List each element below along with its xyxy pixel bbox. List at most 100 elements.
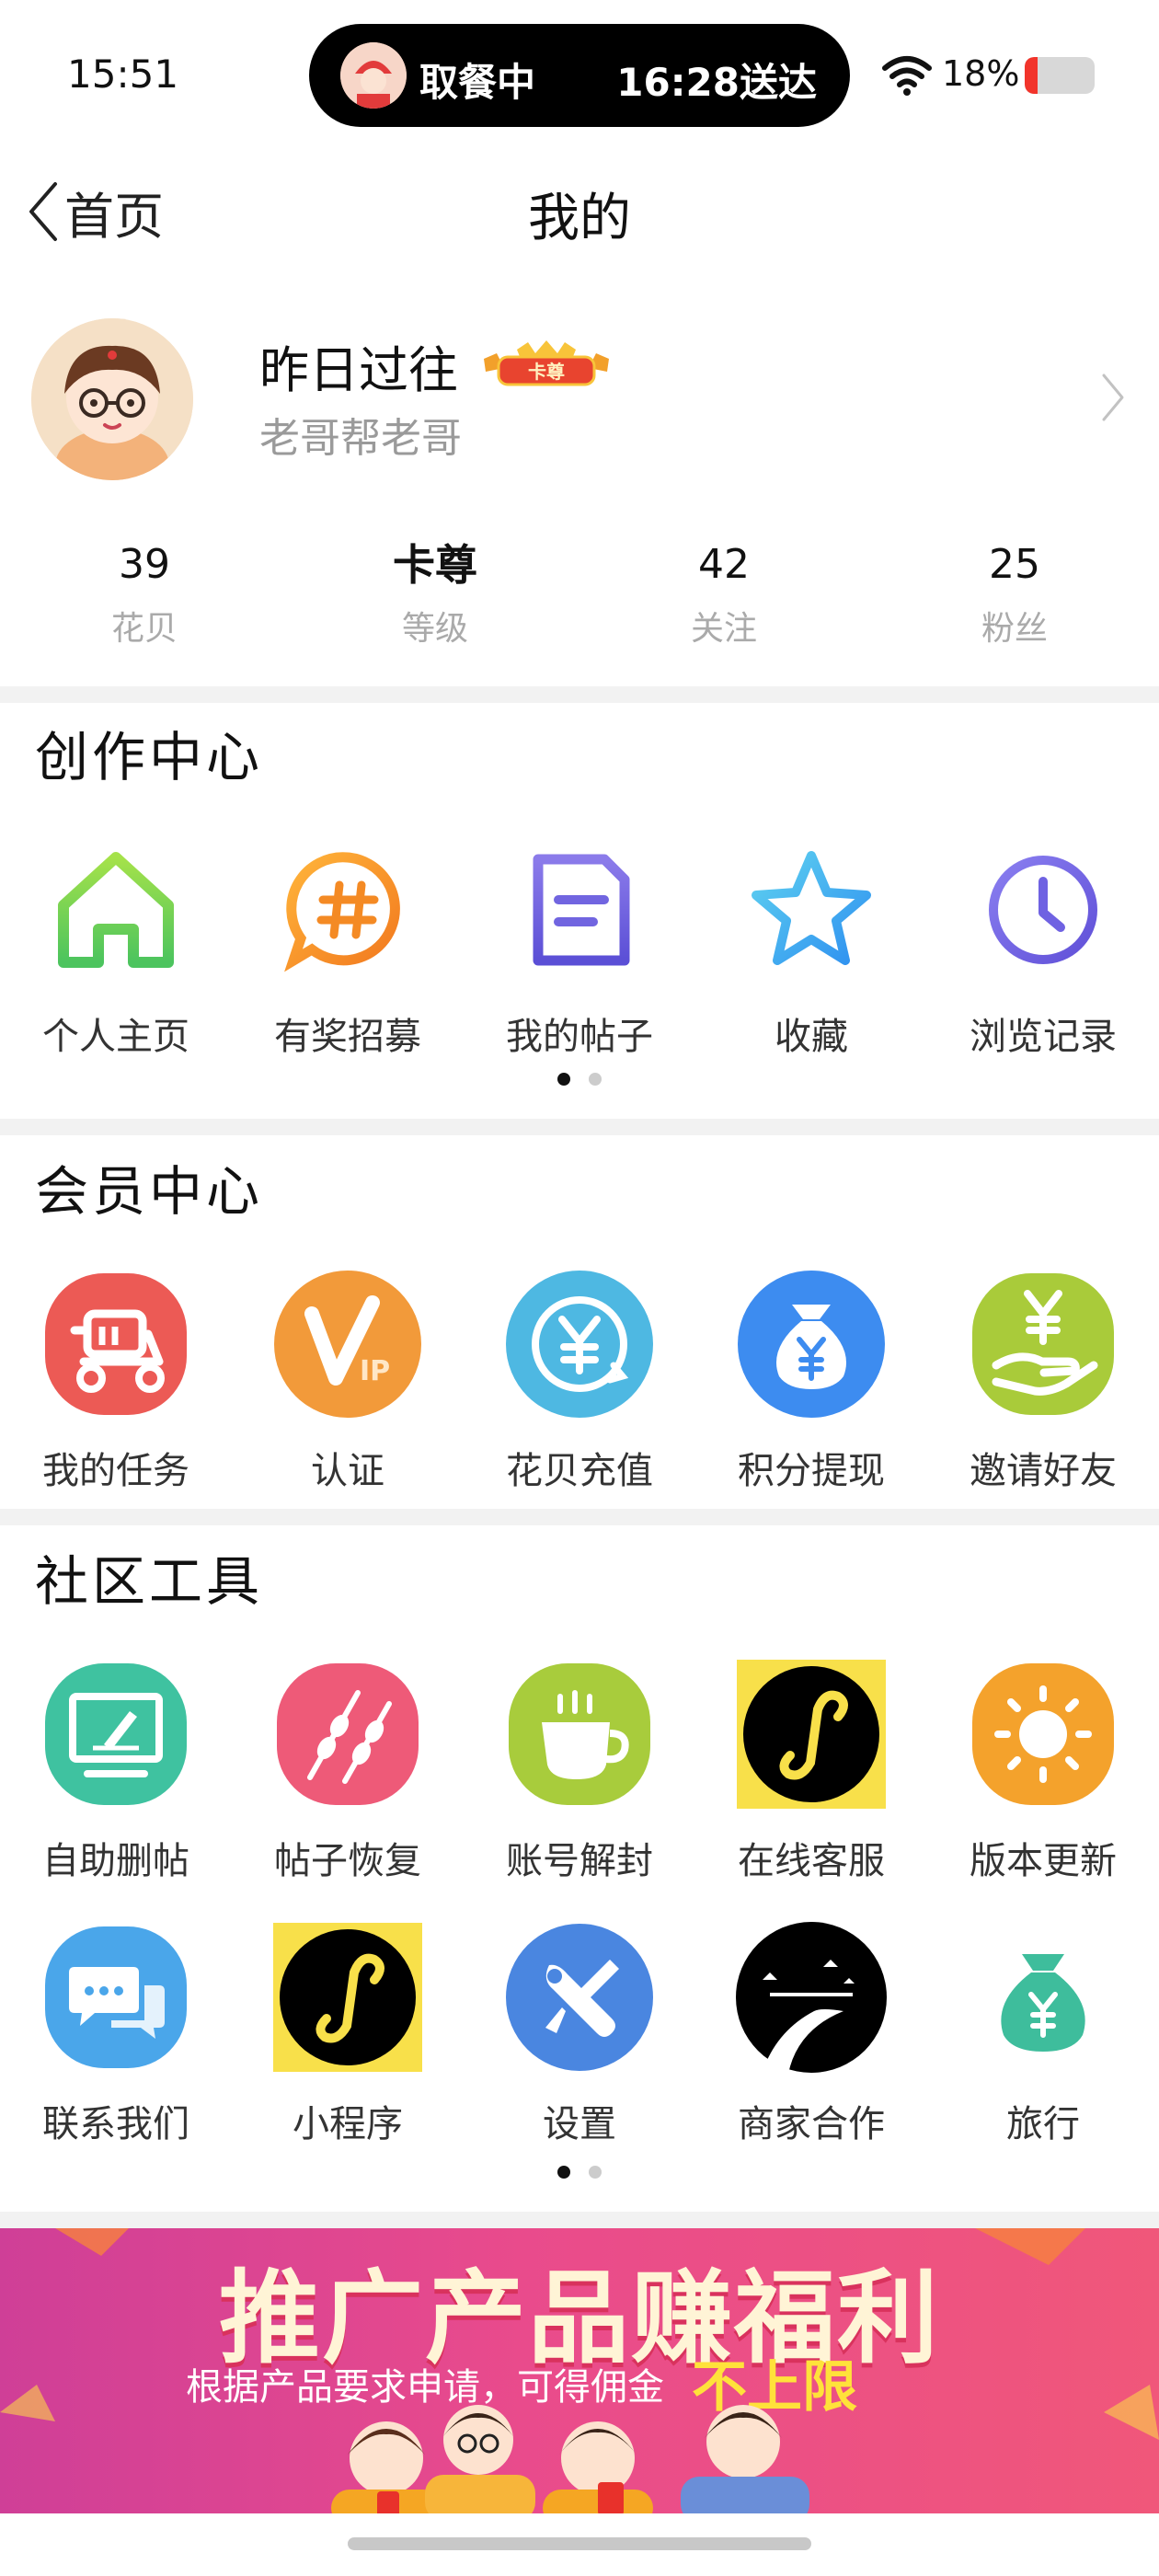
- stat-value: 25: [989, 541, 1040, 588]
- grid-item-label: 有奖招募: [274, 1016, 421, 1058]
- pager-dot-active[interactable]: [557, 2166, 570, 2179]
- grid-item-mini-program[interactable]: 小程序: [232, 1919, 464, 2147]
- pager-dot-active[interactable]: [557, 1073, 570, 1086]
- stat-level[interactable]: 卡尊 等级: [320, 539, 550, 650]
- user-stats: 39 花贝 卡尊 等级 42 关注 25 粉丝: [0, 539, 1159, 659]
- grid-item-invite[interactable]: 邀请好友: [927, 1266, 1159, 1494]
- grid-item-label: 商家合作: [738, 2103, 885, 2145]
- delivery-live-activity[interactable]: 取餐中 16:28送达: [309, 24, 850, 127]
- road-icon: [733, 1919, 889, 2076]
- grid-item-label: 积分提现: [738, 1450, 885, 1492]
- grid-item-my-posts[interactable]: 我的帖子: [464, 832, 695, 1060]
- section-divider: [0, 2212, 1159, 2228]
- grid-item-post-restore[interactable]: 帖子恢复: [232, 1656, 464, 1884]
- vip-icon: IP: [270, 1266, 426, 1422]
- grid-item-online-service[interactable]: 在线客服: [695, 1656, 927, 1884]
- profile-card[interactable]: 昨日过往 卡尊 老哥帮老哥: [0, 313, 1159, 488]
- pager-dot[interactable]: [589, 2166, 602, 2179]
- grid-item-label: 小程序: [293, 2103, 403, 2145]
- skewer-icon: [270, 1656, 426, 1812]
- grid-item-recruit[interactable]: 有奖招募: [232, 832, 464, 1060]
- monitor-edit-icon: [38, 1656, 194, 1812]
- section-divider: [0, 1509, 1159, 1525]
- creation-center-title: 创作中心: [35, 726, 264, 788]
- hand-money-icon: [965, 1266, 1121, 1422]
- rider-avatar-icon: [340, 42, 407, 109]
- grid-item-business[interactable]: 商家合作: [695, 1919, 927, 2147]
- document-icon: [501, 832, 658, 988]
- crown-badge-icon: 卡尊: [480, 340, 613, 388]
- user-signature: 老哥帮老哥: [259, 415, 462, 462]
- cup-icon: [501, 1656, 658, 1812]
- stat-label: 花贝: [110, 610, 178, 648]
- grid-item-label: 帖子恢复: [274, 1840, 421, 1882]
- clock-icon: [965, 832, 1121, 988]
- stat-following[interactable]: 42 关注: [609, 539, 839, 650]
- stat-followers[interactable]: 25 粉丝: [900, 539, 1130, 650]
- grid-item-label: 我的帖子: [506, 1016, 653, 1058]
- status-bar: 15:51 取餐中 16:28送达 18%: [0, 0, 1159, 147]
- grid-item-label: 花贝充值: [506, 1450, 653, 1492]
- grid-item-label: 浏览记录: [970, 1016, 1117, 1058]
- delivery-eta: 16:28送达: [616, 60, 817, 105]
- home-icon: [38, 832, 194, 988]
- grid-item-recharge[interactable]: 花贝充值: [464, 1266, 695, 1494]
- community-tools-title: 社区工具: [35, 1550, 264, 1613]
- money-bag-icon: [733, 1266, 889, 1422]
- mini-program-icon: [270, 1919, 426, 2076]
- grid-item-favorites[interactable]: 收藏: [695, 832, 927, 1060]
- scooter-icon: [38, 1266, 194, 1422]
- nav-bar: 首页 我的: [0, 147, 1159, 276]
- avatar[interactable]: [31, 318, 193, 480]
- pager-dot[interactable]: [589, 1073, 602, 1086]
- username: 昨日过往: [259, 341, 458, 399]
- chevron-right-icon[interactable]: [1100, 372, 1126, 423]
- yuan-coin-icon: [501, 1266, 658, 1422]
- grid-item-my-tasks[interactable]: 我的任务: [0, 1266, 232, 1494]
- grid-item-settings[interactable]: 设置: [464, 1919, 695, 2147]
- money-bag-icon: [965, 1919, 1121, 2076]
- grid-item-travel[interactable]: 旅行: [927, 1919, 1159, 2147]
- grid-item-label: 个人主页: [42, 1016, 189, 1058]
- grid-item-withdraw[interactable]: 积分提现: [695, 1266, 927, 1494]
- delivery-status: 取餐中: [419, 60, 536, 105]
- grid-item-contact-us[interactable]: 联系我们: [0, 1919, 232, 2147]
- tools-icon: [501, 1919, 658, 2076]
- grid-item-label: 设置: [543, 2103, 616, 2145]
- section-divider: [0, 1119, 1159, 1135]
- creation-center-pager: [0, 1073, 1159, 1091]
- member-center-title: 会员中心: [35, 1160, 264, 1223]
- hashtag-icon: [270, 832, 426, 988]
- grid-item-verify[interactable]: IP 认证: [232, 1266, 464, 1494]
- stat-value: 39: [119, 541, 170, 588]
- grid-item-self-delete[interactable]: 自助删帖: [0, 1656, 232, 1884]
- grid-item-label: 账号解封: [506, 1840, 653, 1882]
- stat-label: 关注: [690, 610, 757, 648]
- page-title: 我的: [528, 189, 631, 248]
- grid-item-label: 版本更新: [970, 1840, 1117, 1882]
- grid-item-home[interactable]: 个人主页: [0, 832, 232, 1060]
- grid-item-version-update[interactable]: 版本更新: [927, 1656, 1159, 1884]
- wifi-icon: [882, 56, 932, 96]
- promo-banner[interactable]: 推广产品赚福利 根据产品要求申请，可得佣金 不上限: [0, 2228, 1159, 2513]
- stat-huabei[interactable]: 39 花贝: [29, 539, 259, 650]
- status-time: 15:51: [67, 52, 179, 97]
- grid-item-unblock[interactable]: 账号解封: [464, 1656, 695, 1884]
- sun-icon: [965, 1656, 1121, 1812]
- grid-item-label: 认证: [311, 1450, 384, 1492]
- community-tools-pager: [0, 2166, 1159, 2184]
- stat-label: 等级: [401, 610, 468, 648]
- stat-value: 卡尊: [393, 540, 477, 590]
- grid-item-history[interactable]: 浏览记录: [927, 832, 1159, 1060]
- grid-item-label: 收藏: [775, 1016, 848, 1058]
- badge-text: 卡尊: [528, 361, 565, 383]
- battery-level: [1025, 57, 1038, 94]
- chat-icon: [38, 1919, 194, 2076]
- battery-icon: [1025, 57, 1095, 94]
- section-divider: [0, 686, 1159, 703]
- people-illustration-icon: [331, 2405, 809, 2513]
- home-indicator[interactable]: [348, 2537, 811, 2550]
- grid-item-label: 联系我们: [42, 2103, 189, 2145]
- grid-item-label: 在线客服: [738, 1840, 885, 1882]
- stat-label: 粉丝: [981, 610, 1048, 648]
